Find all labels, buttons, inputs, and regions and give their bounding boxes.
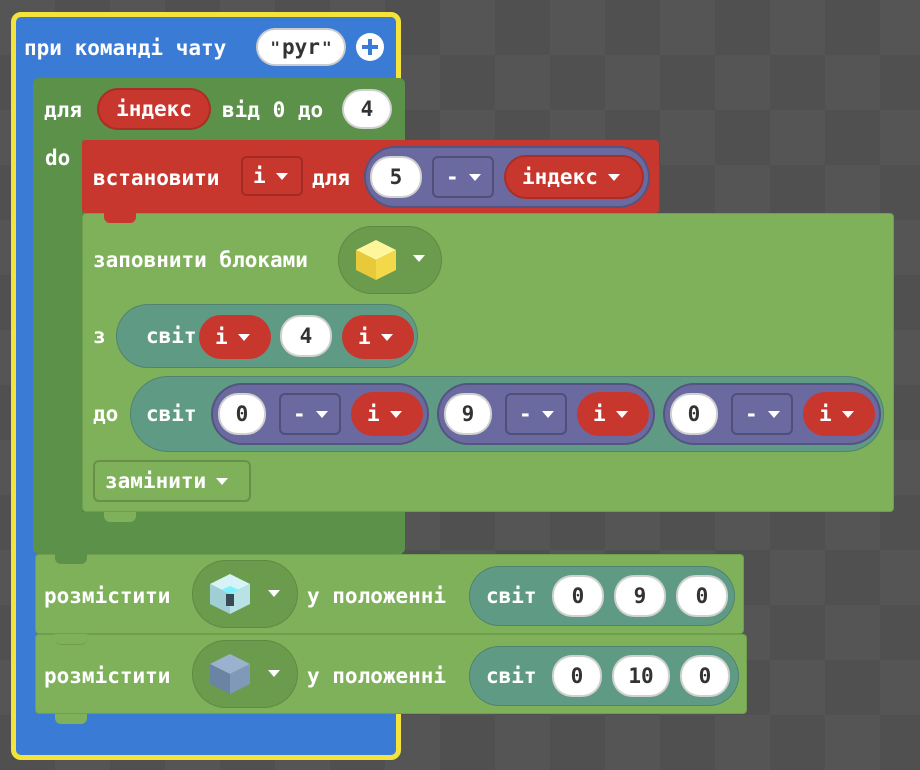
place2-x-value: 0: [570, 664, 584, 688]
set-math-left-input[interactable]: 5: [370, 156, 422, 198]
to-z-operator-dropdown[interactable]: -: [731, 393, 793, 435]
place1-connector-tab: [55, 634, 87, 645]
set-math-operator-dropdown[interactable]: -: [432, 156, 494, 198]
fill-label: заповнити блоками: [93, 248, 308, 272]
from-z-variable[interactable]: i: [342, 315, 414, 359]
from-x-variable[interactable]: i: [199, 315, 271, 359]
place1-y-value: 9: [633, 584, 647, 608]
loop-from-text: від: [222, 98, 260, 122]
chevron-down-icon: [767, 410, 780, 418]
loop-to-text: до: [297, 98, 324, 122]
chevron-down-icon: [237, 333, 250, 341]
place2-x-input[interactable]: 0: [552, 655, 602, 697]
to-world-label: світ: [146, 402, 197, 426]
chevron-down-icon: [216, 477, 229, 485]
to-y-variable[interactable]: i: [577, 392, 649, 436]
to-z-right-value: i: [819, 402, 832, 426]
chevron-down-icon: [607, 173, 620, 181]
set-math-right-value: індекс: [522, 165, 598, 189]
to-x-right-value: i: [367, 402, 380, 426]
to-x-variable[interactable]: i: [351, 392, 423, 436]
place2-label: розмістити: [44, 664, 171, 688]
event-bottom-notch: [55, 714, 87, 724]
to-y-left-value: 9: [461, 402, 475, 426]
blue-stone-block-icon: [206, 650, 254, 698]
to-y-operator-dropdown[interactable]: -: [505, 393, 567, 435]
set-label: встановити: [93, 166, 220, 190]
to-x-operator-dropdown[interactable]: -: [279, 393, 341, 435]
place2-at-label: у положенні: [307, 664, 447, 688]
to-y-left-input[interactable]: 9: [444, 393, 492, 435]
from-z-value: i: [358, 325, 371, 349]
place2-z-input[interactable]: 0: [680, 655, 730, 697]
fill-from-label: з: [93, 324, 106, 348]
loop-for-label: для: [44, 98, 82, 122]
place1-label: розмістити: [44, 584, 171, 608]
fill-mode-dropdown[interactable]: замінити: [93, 460, 251, 502]
place1-at-label: у положенні: [307, 584, 447, 608]
command-quote-close: ": [321, 37, 332, 57]
place1-z-value: 0: [695, 584, 709, 608]
to-x-left-value: 0: [235, 402, 249, 426]
place2-y-input[interactable]: 10: [612, 655, 670, 697]
chevron-down-icon: [268, 670, 280, 677]
loop-to-value: 4: [360, 97, 374, 121]
set-for-label: для: [312, 166, 350, 190]
set-math-left-value: 5: [389, 165, 403, 189]
chevron-down-icon: [841, 410, 854, 418]
fill-mode-value: замінити: [105, 469, 207, 493]
to-z-operator-value: -: [745, 402, 758, 426]
loop-do-label: do: [45, 146, 71, 170]
chevron-down-icon: [468, 173, 481, 181]
place2-y-value: 10: [628, 664, 654, 688]
fill-to-label: до: [93, 402, 119, 426]
command-text: pyr: [282, 35, 320, 59]
place2-world-label: світ: [486, 664, 537, 688]
place1-z-input[interactable]: 0: [676, 575, 728, 617]
chevron-down-icon: [268, 590, 280, 597]
from-world-label: світ: [146, 324, 197, 348]
set-math-operator-value: -: [446, 165, 459, 189]
chevron-down-icon: [315, 410, 328, 418]
to-y-right-value: i: [593, 402, 606, 426]
chevron-down-icon: [380, 333, 393, 341]
to-z-variable[interactable]: i: [803, 392, 875, 436]
command-quote-open: ": [270, 37, 281, 57]
set-variable-value: i: [253, 164, 266, 188]
chevron-down-icon: [615, 410, 628, 418]
to-z-left-input[interactable]: 0: [670, 393, 718, 435]
chevron-down-icon: [541, 410, 554, 418]
set-variable-dropdown[interactable]: i: [241, 156, 303, 196]
loop-to-input[interactable]: 4: [342, 89, 392, 129]
from-x-value: i: [215, 325, 228, 349]
plus-circle-icon[interactable]: [356, 33, 384, 61]
command-input[interactable]: " pyr ": [256, 28, 346, 66]
place1-x-value: 0: [571, 584, 585, 608]
loop-connector-tab: [55, 554, 87, 564]
fill-bottom-notch: [104, 512, 136, 522]
to-z-left-value: 0: [687, 402, 701, 426]
chevron-down-icon: [275, 172, 288, 180]
yellow-cube-icon: [352, 236, 400, 284]
set-math-right-variable[interactable]: індекс: [504, 155, 644, 199]
chevron-down-icon: [413, 255, 425, 262]
place1-world-label: світ: [486, 584, 537, 608]
to-y-operator-value: -: [519, 402, 532, 426]
place1-x-input[interactable]: 0: [552, 575, 604, 617]
to-x-left-input[interactable]: 0: [218, 393, 266, 435]
loop-from-value: 0: [272, 98, 286, 122]
set-connector-tab: [104, 213, 136, 223]
loop-variable-index[interactable]: індекс: [97, 88, 211, 130]
chevron-down-icon: [389, 410, 402, 418]
event-label: при команді чату: [24, 36, 227, 60]
place2-z-value: 0: [698, 664, 712, 688]
glass-beacon-block-icon: [206, 570, 254, 618]
loop-variable-label: індекс: [116, 97, 192, 121]
loop-from-label: від 0 до: [222, 98, 323, 122]
place1-y-input[interactable]: 9: [614, 575, 666, 617]
from-y-value: 4: [299, 324, 313, 348]
to-x-operator-value: -: [293, 402, 306, 426]
from-y-input[interactable]: 4: [280, 315, 332, 357]
